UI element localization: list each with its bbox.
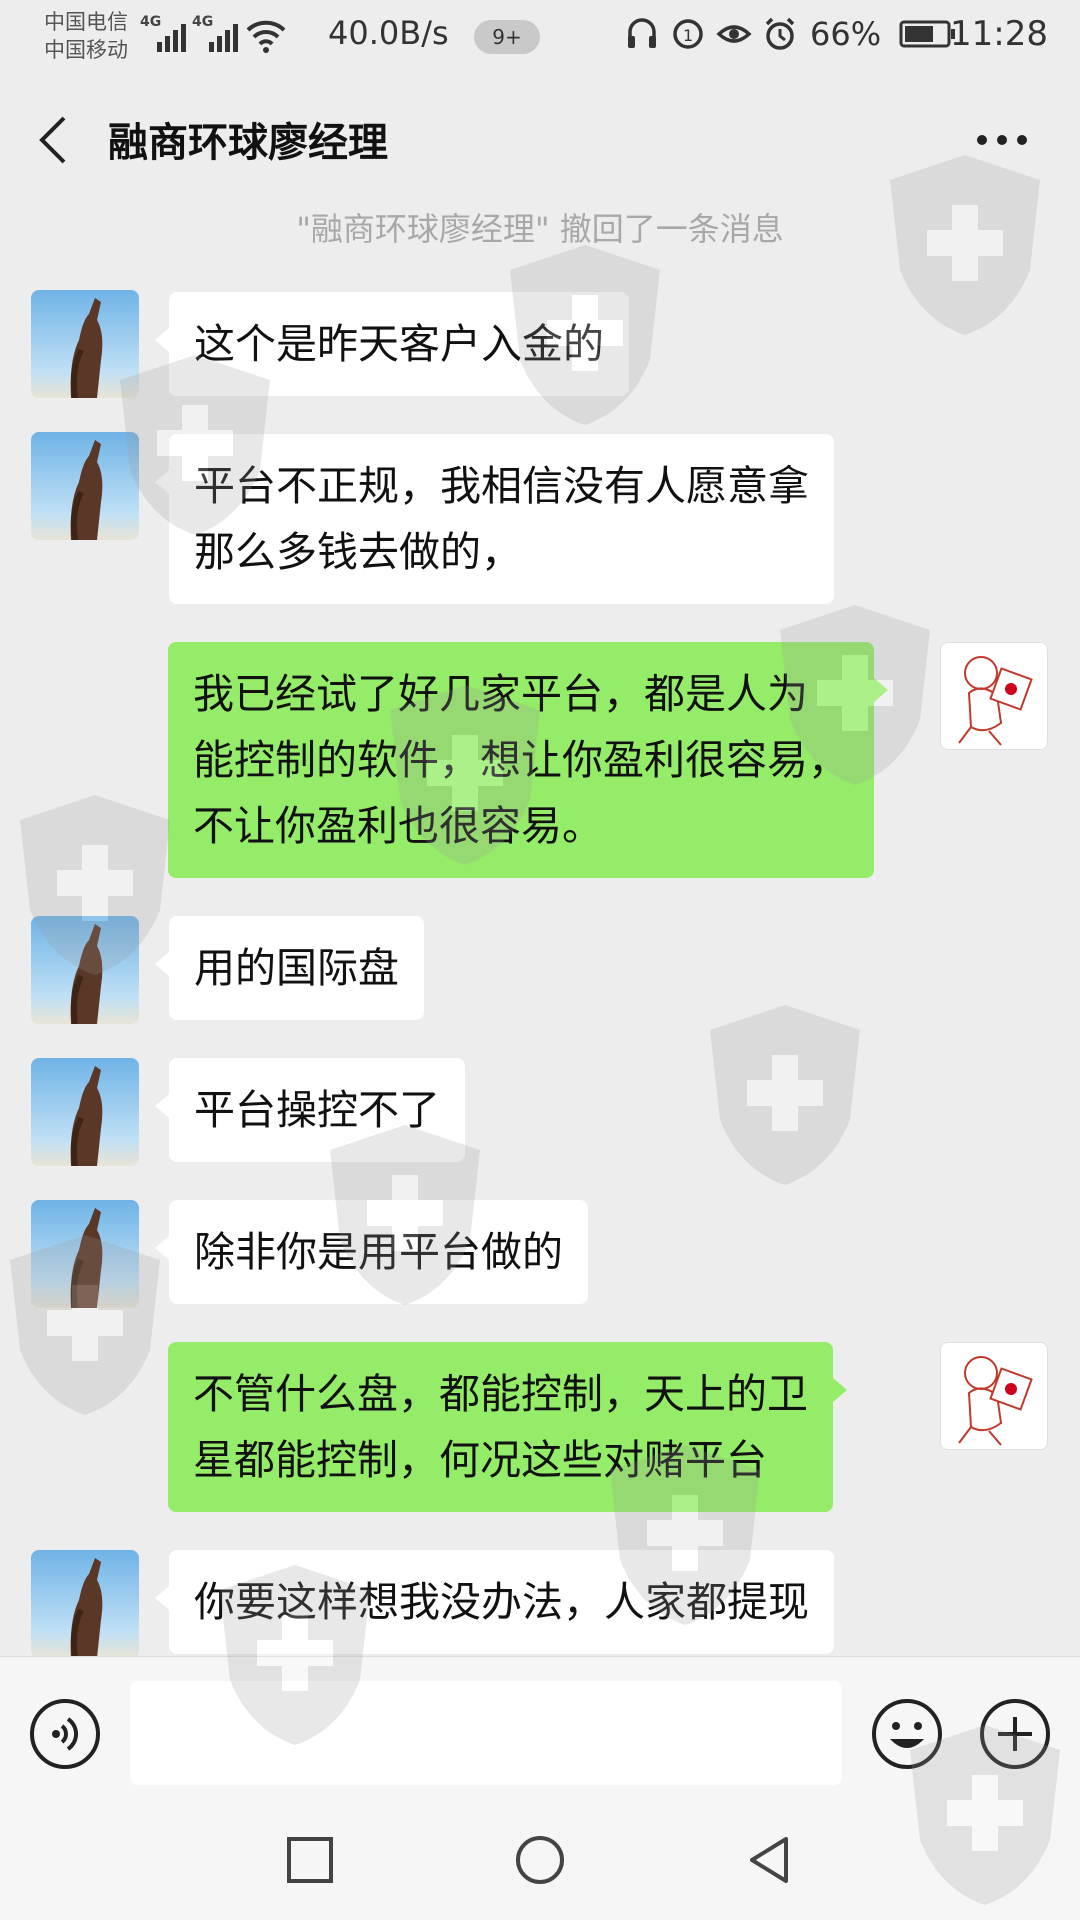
contact-avatar[interactable]: [31, 290, 139, 398]
message-bubble[interactable]: 用的国际盘: [155, 916, 424, 1020]
status-bar: 中国电信 中国移动 4G 4G 40.0B/s 9+ 1 66% 11:28: [0, 0, 1080, 80]
contact-avatar[interactable]: [31, 916, 139, 1024]
chat-title: 融商环球廖经理: [108, 120, 388, 166]
emoji-icon[interactable]: [870, 1697, 944, 1771]
message-bubble[interactable]: 平台不正规，我相信没有人愿意拿 那么多钱去做的，: [155, 434, 834, 604]
triangle-nav-icon[interactable]: [744, 1834, 796, 1886]
contact-avatar[interactable]: [31, 1550, 139, 1656]
signal-1-icon: 4G: [140, 14, 186, 54]
alarm-icon: [765, 17, 795, 50]
message-input[interactable]: [130, 1681, 842, 1785]
message-bubble[interactable]: 除非你是用平台做的: [155, 1200, 588, 1304]
square-nav-icon[interactable]: [284, 1834, 336, 1886]
headset-icon: [628, 18, 656, 48]
eye-icon: [716, 25, 752, 43]
recall-notice: "融商环球廖经理" 撤回了一条消息: [296, 210, 784, 248]
more-icon[interactable]: [972, 120, 1032, 160]
back-icon[interactable]: [34, 112, 74, 168]
status-right-icons: 1 66%: [624, 14, 957, 54]
message-bubble[interactable]: 我已经试了好几家平台，都是人为 能控制的软件，想让你盈利很容易， 不让你盈利也很…: [168, 642, 888, 878]
message-bubble[interactable]: 这个是昨天客户入金的: [155, 292, 629, 396]
carrier-2: 中国移动: [44, 38, 128, 62]
plus-icon[interactable]: [978, 1697, 1052, 1771]
battery-percent: 66%: [810, 15, 882, 53]
circle-nav-icon[interactable]: [514, 1834, 566, 1886]
battery-icon: [899, 20, 956, 48]
wifi-icon: [246, 20, 286, 53]
message-bubble[interactable]: 平台操控不了: [155, 1058, 465, 1162]
chat-header: 融商环球廖经理: [0, 80, 1080, 198]
contact-avatar[interactable]: [31, 1058, 139, 1166]
my-avatar[interactable]: [940, 1342, 1048, 1450]
voice-icon[interactable]: [28, 1697, 102, 1771]
message-bubble[interactable]: 不管什么盘，都能控制，天上的卫 星都能控制，何况这些对赌平台: [168, 1342, 847, 1512]
system-navigation-bar: [0, 1804, 1080, 1920]
network-indicators: 4G 4G: [140, 14, 288, 54]
contact-avatar[interactable]: [31, 432, 139, 540]
svg-text:1: 1: [683, 26, 693, 45]
notification-badge: 9+: [474, 20, 540, 54]
signal-2-icon: 4G: [192, 14, 238, 54]
watermark-shield-icon: [710, 1005, 860, 1185]
contact-avatar[interactable]: [31, 1200, 139, 1308]
net-speed: 40.0B/s: [328, 14, 449, 52]
clock: 11:28: [950, 14, 1048, 54]
carrier-1: 中国电信: [44, 10, 128, 34]
message-bubble[interactable]: 你要这样想我没办法，人家都提现: [155, 1550, 834, 1654]
my-avatar[interactable]: [940, 642, 1048, 750]
data-saver-icon: 1: [673, 19, 703, 49]
message-incoming: 你要这样想我没办法，人家都提现: [0, 1550, 1080, 1656]
carrier-labels: 中国电信 中国移动: [44, 8, 128, 64]
chat-input-bar: [0, 1656, 1080, 1805]
